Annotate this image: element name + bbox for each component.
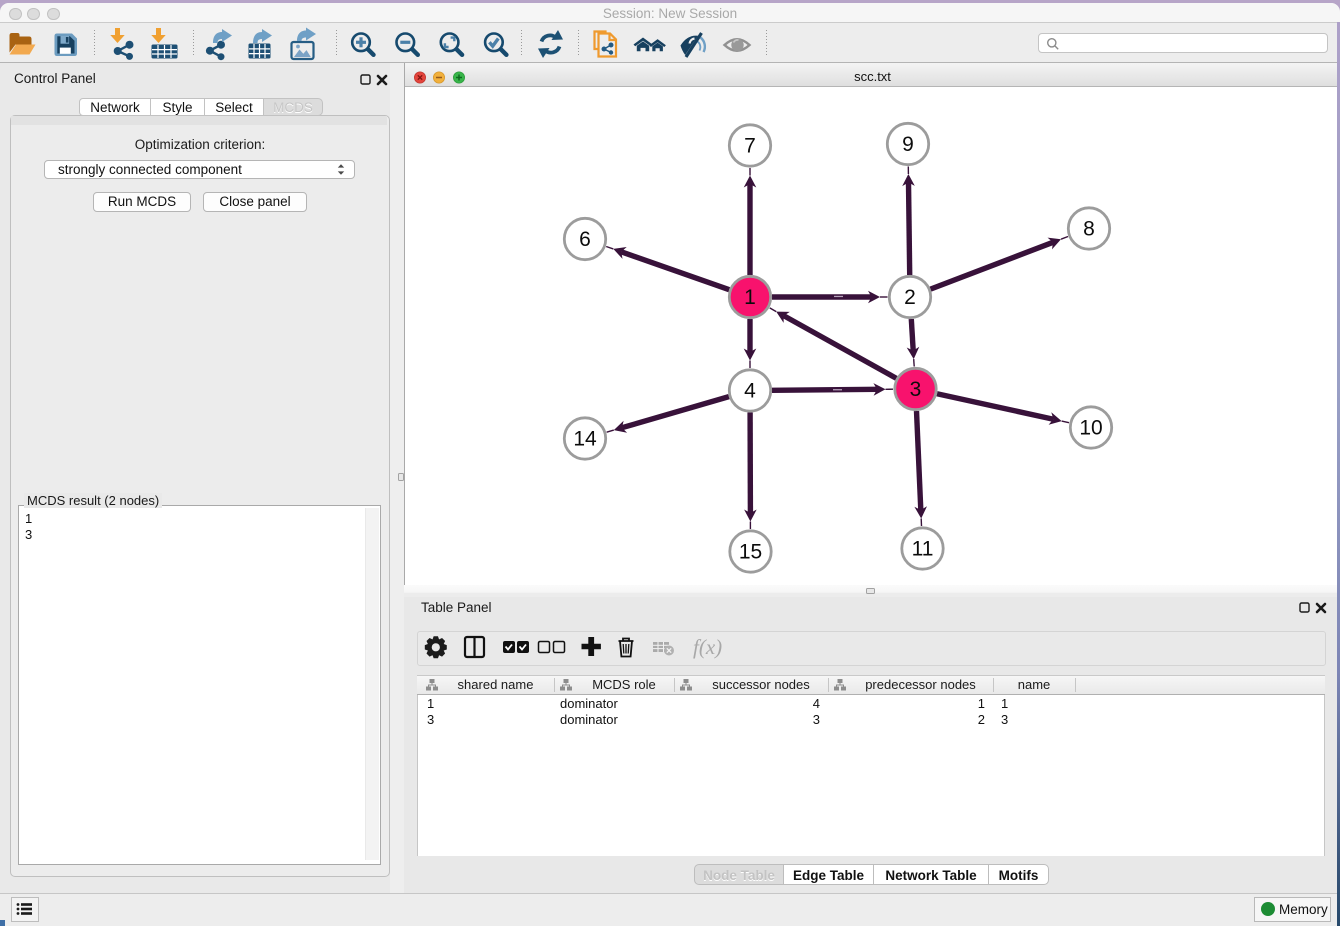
- svg-text:4: 4: [744, 380, 756, 403]
- svg-text:11: 11: [912, 538, 934, 561]
- svg-text:6: 6: [579, 228, 591, 251]
- svg-text:2: 2: [904, 286, 916, 309]
- svg-text:8: 8: [1083, 218, 1095, 241]
- svg-text:9: 9: [902, 133, 914, 156]
- svg-text:14: 14: [573, 428, 597, 451]
- svg-text:15: 15: [739, 541, 762, 564]
- svg-text:3: 3: [910, 378, 922, 401]
- svg-text:10: 10: [1079, 417, 1102, 440]
- svg-text:7: 7: [744, 135, 756, 158]
- svg-text:f(x): f(x): [693, 635, 722, 659]
- svg-text:1: 1: [744, 286, 756, 309]
